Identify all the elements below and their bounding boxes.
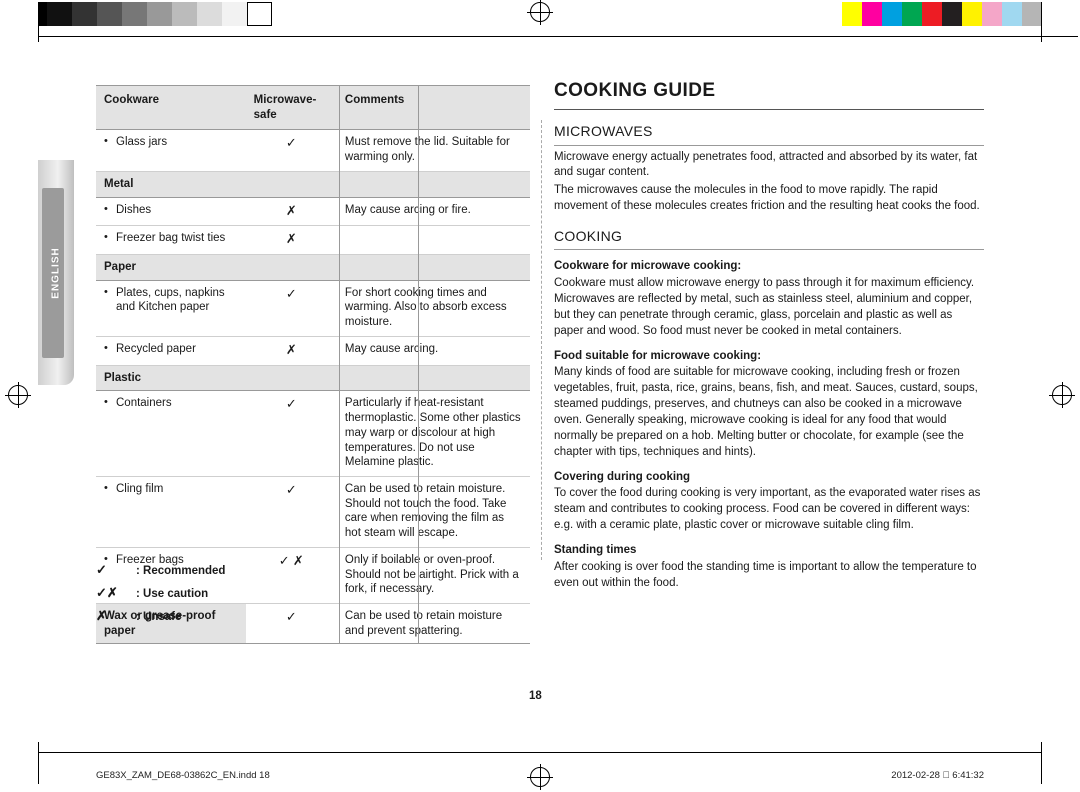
table-row: Freezer bag twist ties xyxy=(96,225,530,256)
cell-item: Recycled paper xyxy=(104,341,238,357)
column-separator xyxy=(541,120,542,560)
symbol-legend: : Recommended : Use caution : Unsafe xyxy=(96,562,225,631)
cookware-table: Cookware Microwave-safe Comments Glass j… xyxy=(96,84,530,645)
paragraph: The microwaves cause the molecules in th… xyxy=(554,184,980,213)
cell-item: Glass jars xyxy=(104,134,238,150)
cell-comment: May cause arcing. xyxy=(336,336,530,366)
cell-symbol xyxy=(245,390,337,477)
language-tab-label: ENGLISH xyxy=(50,246,62,299)
cell-comment: May cause arcing or fire. xyxy=(336,197,530,227)
cross-icon xyxy=(286,203,297,218)
paragraph: After cooking is over food the standing … xyxy=(554,560,977,589)
cell-item: Cling film xyxy=(104,481,238,497)
cross-icon xyxy=(286,342,297,357)
cooking-guide-section: Cooking Guide MICROWAVES Microwave energ… xyxy=(554,78,984,594)
footer-timestamp: 2012-02-28  6:41:32 xyxy=(891,770,984,781)
subheading-covering: Covering during cooking xyxy=(554,470,691,483)
legend-row: : Recommended xyxy=(96,562,225,578)
section-heading-microwaves: MICROWAVES xyxy=(554,122,984,146)
cell-comment: Can be used to retain moisture and preve… xyxy=(336,602,530,645)
table-row: Dishes May cause arcing or fire. xyxy=(96,197,530,227)
table-row: Containers Particularly if heat-resistan… xyxy=(96,390,530,477)
check-cross-icon xyxy=(96,585,136,601)
page-top-rule xyxy=(38,36,1078,37)
table-column-divider-2 xyxy=(418,85,419,644)
paragraph: Cookware must allow microwave energy to … xyxy=(554,277,975,337)
check-icon xyxy=(286,286,297,301)
grayscale-strip xyxy=(47,2,272,26)
legend-label: : Recommended xyxy=(136,565,226,577)
section-heading-cooking: COOKING xyxy=(554,227,984,251)
cross-icon xyxy=(286,231,297,246)
table-header-comments: Comments xyxy=(336,84,530,131)
language-side-tab: ENGLISH xyxy=(38,160,74,385)
paragraph: Many kinds of food are suitable for micr… xyxy=(554,366,978,458)
legend-label: : Use caution xyxy=(136,588,209,600)
check-icon xyxy=(286,482,297,497)
cell-symbol xyxy=(245,197,337,227)
registration-mark-top xyxy=(527,0,553,25)
table-section-row: Paper xyxy=(96,254,530,281)
registration-mark-bottom xyxy=(527,764,553,790)
legend-label: : Unsafe xyxy=(136,611,182,623)
registration-mark-left xyxy=(5,382,31,408)
registration-mark-right xyxy=(1049,382,1075,408)
crop-mark-bottom-right-v xyxy=(1041,742,1042,784)
check-icon xyxy=(96,562,136,578)
cell-symbol xyxy=(245,547,337,604)
print-calibration-bar-right xyxy=(842,2,1042,26)
cell-symbol xyxy=(245,280,337,337)
table-section-row: Metal xyxy=(96,170,530,198)
table-column-divider-1 xyxy=(339,85,340,644)
cell-symbol xyxy=(245,129,337,172)
subheading-standing-times: Standing times xyxy=(554,544,637,557)
check-icon xyxy=(286,135,297,150)
table-row: Plates, cups, napkins and Kitchen paper … xyxy=(96,280,530,337)
cell-comment xyxy=(336,225,530,256)
cross-icon xyxy=(96,608,136,624)
table-row: Glass jars Must remove the lid. Suitable… xyxy=(96,129,530,172)
table-header-cookware: Cookware xyxy=(96,84,246,131)
cookware-table-wrapper: Cookware Microwave-safe Comments Glass j… xyxy=(96,84,530,645)
cell-symbol xyxy=(245,336,337,366)
crop-mark-bottom-left-v xyxy=(38,742,39,784)
paragraph: To cover the food during cooking is very… xyxy=(554,487,981,532)
table-section-row: Plastic xyxy=(96,364,530,392)
cell-symbol xyxy=(245,602,337,645)
cell-comment: Only if boilable or oven-proof. Should n… xyxy=(336,547,530,604)
table-row: Recycled paper May cause arcing. xyxy=(96,336,530,366)
table-row: Cling film Can be used to retain moistur… xyxy=(96,476,530,548)
cell-item: Dishes xyxy=(104,202,238,218)
cell-symbol xyxy=(245,225,337,256)
cell-comment: Can be used to retain moisture. Should n… xyxy=(336,476,530,548)
table-header-row: Cookware Microwave-safe Comments xyxy=(96,84,530,131)
cell-comment: For short cooking times and warming. Als… xyxy=(336,280,530,337)
cell-item: Containers xyxy=(104,395,238,411)
cross-icon xyxy=(293,553,304,568)
cell-item: Freezer bag twist ties xyxy=(104,230,238,246)
page-title: Cooking Guide xyxy=(554,78,984,111)
check-icon xyxy=(279,553,290,568)
subheading-cookware: Cookware for microwave cooking: xyxy=(554,260,742,273)
cell-item: Plates, cups, napkins and Kitchen paper xyxy=(104,285,238,315)
check-icon xyxy=(286,396,297,411)
cell-comment: Must remove the lid. Suitable for warmin… xyxy=(336,129,530,172)
cell-section-title: Metal xyxy=(96,170,530,198)
table-header-microwave-safe: Microwave-safe xyxy=(245,84,337,131)
cell-comment: Particularly if heat-resistant thermopla… xyxy=(336,390,530,477)
paragraph: Microwave energy actually penetrates foo… xyxy=(554,150,978,179)
print-calibration-bar-left xyxy=(38,2,320,26)
footer-rule xyxy=(38,752,1042,753)
subheading-food-suitable: Food suitable for microwave cooking: xyxy=(554,349,762,362)
page-number: 18 xyxy=(529,690,542,702)
cell-symbol xyxy=(245,476,337,548)
check-icon xyxy=(286,609,297,624)
footer-filename: GE83X_ZAM_DE68-03862C_EN.indd 18 xyxy=(96,770,270,781)
cell-section-title: Plastic xyxy=(96,364,530,392)
cell-section-title: Paper xyxy=(96,254,530,281)
legend-row: : Use caution xyxy=(96,585,225,601)
legend-row: : Unsafe xyxy=(96,608,225,624)
